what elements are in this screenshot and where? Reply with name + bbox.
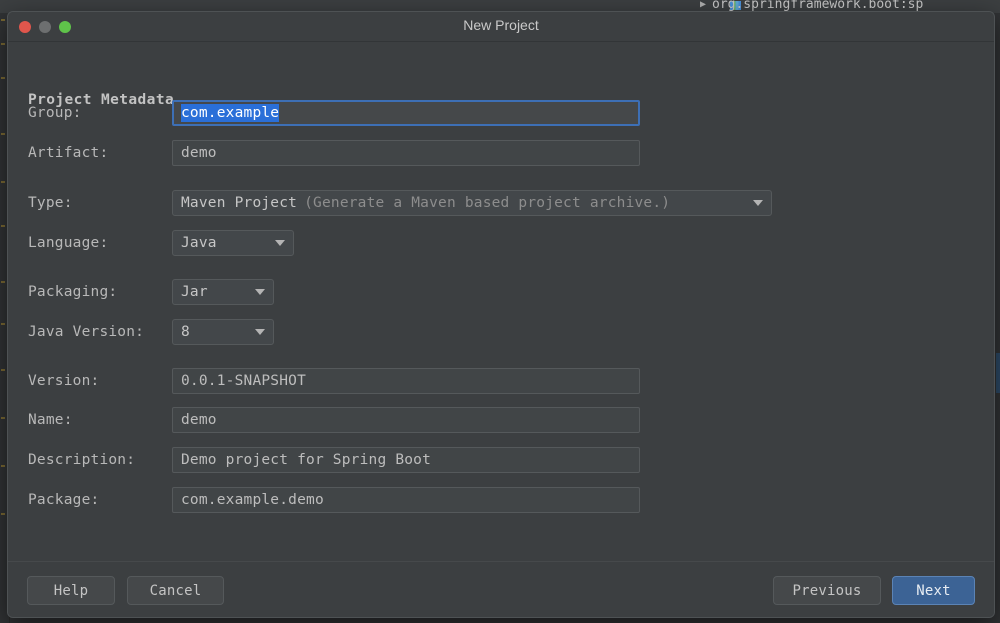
label-name: Name: xyxy=(28,412,172,428)
packaging-dropdown[interactable]: Jar xyxy=(172,279,274,305)
label-group: Group: xyxy=(28,105,172,121)
previous-button[interactable]: Previous xyxy=(773,576,881,605)
type-dropdown[interactable]: Maven Project (Generate a Maven based pro… xyxy=(172,190,772,216)
version-input[interactable]: 0.0.1-SNAPSHOT xyxy=(172,368,640,394)
form-row-type: Type: Maven Project (Generate a Maven base… xyxy=(28,190,772,216)
label-type: Type: xyxy=(28,195,172,211)
form-row-packaging: Packaging: Jar xyxy=(28,279,274,305)
form-row-language: Language: Java xyxy=(28,230,294,256)
chevron-down-icon[interactable] xyxy=(255,329,265,335)
form-row-group: Group: com.example xyxy=(28,100,640,126)
description-input[interactable]: Demo project for Spring Boot xyxy=(172,447,640,473)
dialog-content: Project Metadata Group:com.exampleArtifa… xyxy=(8,42,994,561)
chevron-down-icon[interactable] xyxy=(255,289,265,295)
dialog-title: New Project xyxy=(8,17,994,33)
packaging-selected-value: Jar xyxy=(181,284,208,300)
chevron-down-icon[interactable] xyxy=(753,200,763,206)
artifact-input[interactable]: demo xyxy=(172,140,640,166)
next-button[interactable]: Next xyxy=(892,576,975,605)
help-button[interactable]: Help xyxy=(27,576,115,605)
form-row-artifact: Artifact: demo xyxy=(28,140,640,166)
java-version-selected-value: 8 xyxy=(181,324,190,340)
label-artifact: Artifact: xyxy=(28,145,172,161)
dialog-titlebar[interactable]: New Project xyxy=(8,12,994,42)
name-value: demo xyxy=(181,412,217,428)
form-row-version: Version: 0.0.1-SNAPSHOT xyxy=(28,368,640,394)
type-selected-value: Maven Project xyxy=(181,195,297,211)
label-language: Language: xyxy=(28,235,172,251)
form-row-java-version: Java Version: 8 xyxy=(28,319,274,345)
label-package: Package: xyxy=(28,492,172,508)
group-input[interactable]: com.example xyxy=(172,100,640,126)
type-hint-text: (Generate a Maven based project archive.… xyxy=(304,195,670,211)
artifact-value: demo xyxy=(181,145,217,161)
java-version-dropdown[interactable]: 8 xyxy=(172,319,274,345)
language-selected-value: Java xyxy=(181,235,217,251)
package-input[interactable]: com.example.demo xyxy=(172,487,640,513)
dialog-footer: Help Cancel Previous Next xyxy=(8,561,994,618)
ide-right-accent-marker xyxy=(996,353,1000,393)
language-dropdown[interactable]: Java xyxy=(172,230,294,256)
version-value: 0.0.1-SNAPSHOT xyxy=(181,373,306,389)
name-input[interactable]: demo xyxy=(172,407,640,433)
form-row-name: Name: demo xyxy=(28,407,640,433)
new-project-dialog: New Project Project Metadata Group:com.e… xyxy=(7,11,995,618)
group-value: com.example xyxy=(181,104,279,122)
cancel-button[interactable]: Cancel xyxy=(127,576,224,605)
form-row-description: Description: Demo project for Spring Boot xyxy=(28,447,640,473)
expand-arrow-icon[interactable]: ▶ xyxy=(700,0,706,10)
chevron-down-icon[interactable] xyxy=(275,240,285,246)
package-value: com.example.demo xyxy=(181,492,324,508)
label-java-version: Java Version: xyxy=(28,324,172,340)
ide-right-edge xyxy=(996,13,1000,623)
label-description: Description: xyxy=(28,452,172,468)
description-value: Demo project for Spring Boot xyxy=(181,452,431,468)
form-row-package: Package: com.example.demo xyxy=(28,487,640,513)
label-version: Version: xyxy=(28,373,172,389)
label-packaging: Packaging: xyxy=(28,284,172,300)
